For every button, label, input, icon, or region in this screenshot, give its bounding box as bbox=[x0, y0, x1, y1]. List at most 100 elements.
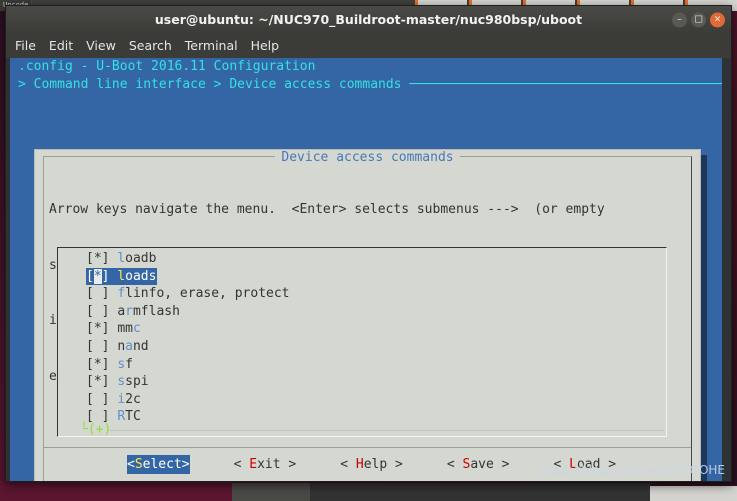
list-item-label: n bbox=[117, 338, 126, 354]
desktop-strip-segment bbox=[650, 486, 737, 501]
list-item-hotkey: f bbox=[117, 286, 126, 302]
menu-item-help[interactable]: Help bbox=[251, 38, 280, 53]
dialog-button-exit[interactable]: < Exit > bbox=[234, 455, 297, 474]
list-item[interactable]: [*] sspi bbox=[86, 373, 664, 391]
button-label: xit bbox=[257, 457, 281, 472]
watermark: https://blog.csdn.net/LOTOOHE bbox=[538, 463, 725, 477]
list-item-label: 2c bbox=[125, 391, 141, 407]
button-bracket-right: > bbox=[280, 457, 297, 472]
dialog-title-text: Device access commands bbox=[275, 150, 460, 165]
list-item-selected[interactable]: [*] loads bbox=[86, 267, 158, 286]
list-item[interactable]: [ ] flinfo, erase, protect bbox=[86, 285, 664, 303]
dialog-button-save[interactable]: < Save > bbox=[447, 455, 510, 474]
cursor-cell: * bbox=[93, 268, 102, 284]
list-item[interactable]: [*] mmc bbox=[86, 320, 664, 338]
list-item[interactable]: [*] loadb bbox=[86, 250, 664, 268]
button-hotkey: E bbox=[249, 457, 258, 472]
list-item-row[interactable]: [ ] i2c bbox=[86, 391, 141, 409]
breadcrumb-text: > Command line interface > Device access… bbox=[18, 77, 410, 92]
dialog-button-separator bbox=[44, 447, 691, 448]
terminal-window: user@ubuntu: ~/NUC970_Buildroot-master/n… bbox=[5, 5, 732, 482]
button-label: elp bbox=[363, 457, 388, 472]
window-titlebar[interactable]: user@ubuntu: ~/NUC970_Buildroot-master/n… bbox=[6, 6, 731, 33]
checkbox-mark: [*] bbox=[86, 321, 110, 337]
list-item[interactable]: [ ] nand bbox=[86, 338, 664, 356]
checkbox-mark: [*] bbox=[86, 251, 110, 266]
list-item-label: oads bbox=[125, 268, 157, 284]
list-item-label: TC bbox=[125, 409, 141, 425]
list-item-row[interactable]: [ ] flinfo, erase, protect bbox=[86, 285, 290, 303]
button-bracket-left: < bbox=[127, 457, 135, 472]
list-item-hotkey: R bbox=[117, 409, 126, 425]
button-bracket-right: > bbox=[493, 457, 510, 472]
button-bracket-left: < bbox=[446, 457, 463, 472]
config-option-rows: [*] loadb [*] loads[ ] flinfo, erase, pro… bbox=[86, 250, 664, 426]
menu-item-search[interactable]: Search bbox=[129, 38, 172, 53]
list-item-row[interactable]: [ ] nand bbox=[86, 338, 149, 356]
desktop-strip-segment bbox=[232, 483, 310, 501]
list-item-label: oadb bbox=[125, 251, 157, 266]
list-item-row[interactable]: [*] mmc bbox=[86, 320, 141, 338]
menu-item-file[interactable]: File bbox=[15, 38, 36, 53]
list-item-hotkey: l bbox=[117, 251, 126, 266]
desktop-bottom-strip bbox=[0, 481, 737, 501]
list-item-label: nd bbox=[132, 338, 149, 354]
checkbox-mark: [*] bbox=[86, 268, 110, 284]
list-item-row[interactable]: [*] loadb bbox=[86, 250, 156, 268]
list-item[interactable]: [*] loads bbox=[86, 267, 664, 286]
menu-item-edit[interactable]: Edit bbox=[49, 38, 73, 53]
button-bracket-right: > bbox=[387, 457, 403, 472]
close-icon[interactable]: × bbox=[710, 12, 725, 27]
dialog-button-help[interactable]: < Help > bbox=[340, 455, 403, 474]
desktop-strip-segment bbox=[310, 483, 650, 501]
scroll-rule bbox=[110, 430, 664, 431]
list-item-hotkey: i bbox=[117, 391, 126, 407]
list-item[interactable]: [*] sf bbox=[86, 356, 664, 374]
list-item[interactable]: [ ] i2c bbox=[86, 391, 664, 409]
checkbox-mark: [ ] bbox=[86, 338, 110, 354]
list-item-label: a bbox=[117, 303, 126, 319]
checkbox-mark: [*] bbox=[86, 356, 110, 372]
window-title: user@ubuntu: ~/NUC970_Buildroot-master/n… bbox=[154, 12, 583, 27]
maximize-icon[interactable]: □ bbox=[691, 12, 706, 27]
dialog-button-select[interactable]: <Select> bbox=[127, 455, 190, 474]
button-bracket-left: < bbox=[340, 457, 356, 472]
list-item-label: mm bbox=[117, 321, 133, 337]
list-item-hotkey: c bbox=[132, 321, 141, 337]
list-item-hotkey: l bbox=[117, 268, 126, 284]
menu-item-view[interactable]: View bbox=[86, 38, 116, 53]
desktop-strip-segment bbox=[0, 481, 232, 501]
list-item-label: spi bbox=[125, 374, 149, 390]
menuconfig-dialog: Device access commands Arrow keys naviga… bbox=[34, 149, 701, 481]
list-item-row[interactable]: [ ] armflash bbox=[86, 303, 180, 321]
menuconfig-title-line: .config - U-Boot 2016.11 Configuration bbox=[18, 59, 316, 74]
button-bracket-right: > bbox=[181, 457, 190, 472]
button-label: ave bbox=[470, 457, 494, 472]
checkbox-mark: [ ] bbox=[86, 303, 110, 319]
window-controls: – □ × bbox=[672, 12, 725, 27]
help-line: Arrow keys navigate the menu. <Enter> se… bbox=[49, 202, 605, 217]
list-item-label: mflash bbox=[132, 303, 180, 319]
button-bracket-left: < bbox=[233, 457, 250, 472]
checkbox-mark: [*] bbox=[86, 374, 110, 390]
config-option-list[interactable]: [*] loadb [*] loads[ ] flinfo, erase, pro… bbox=[57, 247, 667, 437]
minimize-icon[interactable]: – bbox=[672, 12, 687, 27]
list-item[interactable]: [ ] armflash bbox=[86, 303, 664, 321]
button-hotkey: S bbox=[134, 457, 143, 472]
menuconfig-screen: .config - U-Boot 2016.11 Configuration >… bbox=[10, 58, 722, 481]
list-item-label: f bbox=[125, 356, 133, 372]
menubar: File Edit View Search Terminal Help bbox=[6, 33, 731, 58]
list-item[interactable]: [ ] RTC bbox=[86, 408, 664, 426]
list-item-row[interactable]: [*] sspi bbox=[86, 373, 149, 391]
list-item-row[interactable]: [*] sf bbox=[86, 356, 133, 374]
scroll-down-indicator: └(+) bbox=[80, 422, 112, 437]
list-item-hotkey: a bbox=[125, 338, 133, 354]
menu-item-terminal[interactable]: Terminal bbox=[185, 38, 238, 53]
list-item-hotkey: r bbox=[125, 303, 133, 319]
terminal-right-gutter bbox=[722, 58, 731, 481]
desktop-root: Uncode user@ubuntu: ~/NUC970_Buildroot-m… bbox=[0, 0, 737, 501]
terminal-body: .config - U-Boot 2016.11 Configuration >… bbox=[6, 58, 731, 481]
breadcrumb-rule: ────────────────────────────────────────… bbox=[409, 77, 722, 92]
button-hotkey: H bbox=[355, 457, 364, 472]
checkbox-mark: [ ] bbox=[86, 286, 110, 302]
